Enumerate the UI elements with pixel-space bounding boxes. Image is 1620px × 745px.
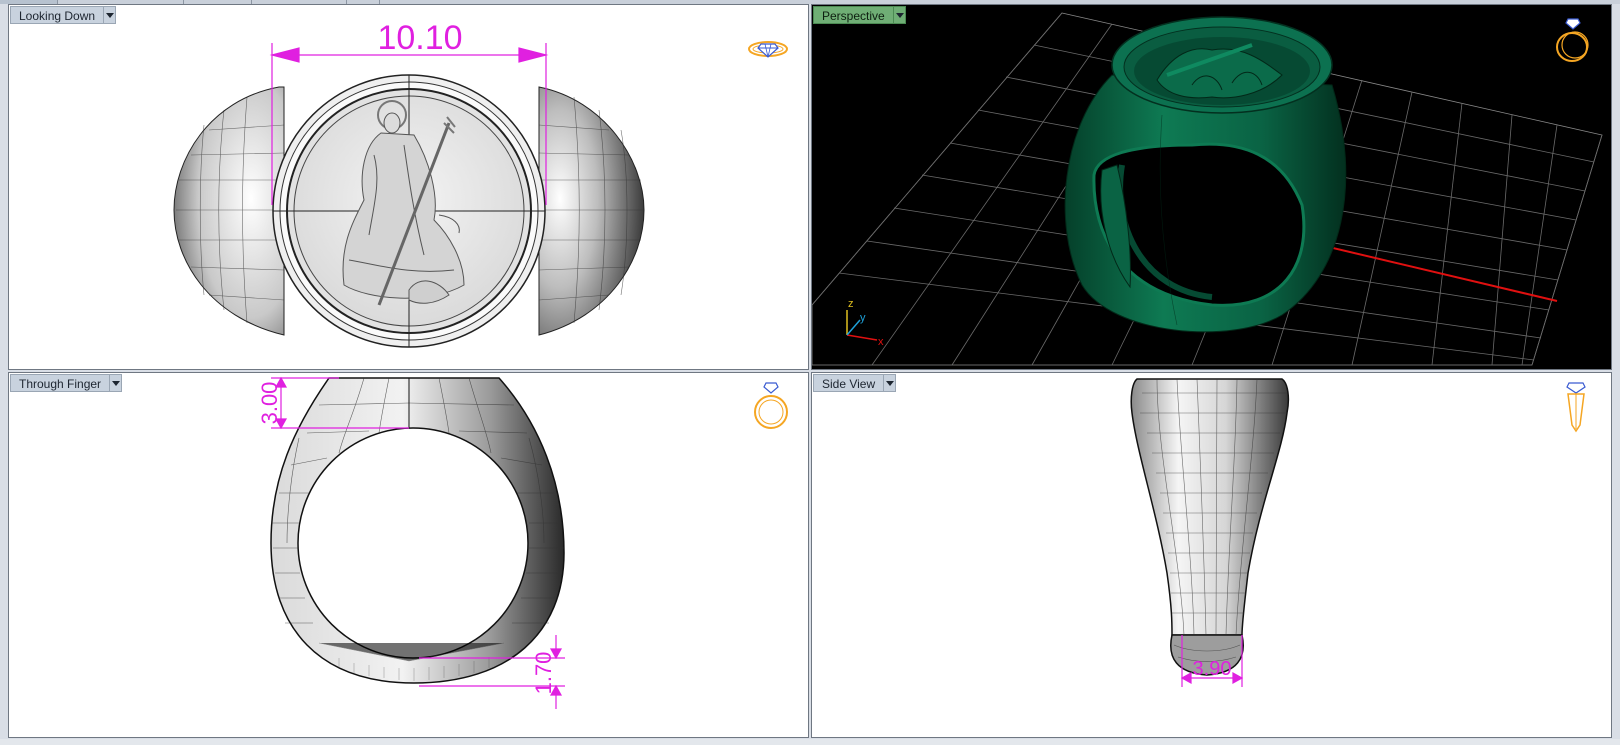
- status-strip: [0, 739, 1620, 745]
- viewport-looking-down[interactable]: Looking Down 10.10: [8, 4, 809, 370]
- viewport-title[interactable]: Through Finger: [10, 374, 110, 392]
- ring-side-view[interactable]: [1130, 378, 1290, 676]
- viewport-side-view[interactable]: Side View 3.90: [811, 372, 1612, 738]
- viewport-menu-dropdown[interactable]: [103, 6, 117, 24]
- viewport-tab-through-finger[interactable]: Through Finger: [10, 374, 123, 392]
- ring-top-view[interactable]: [173, 74, 645, 348]
- viewport-title[interactable]: Perspective: [813, 6, 893, 24]
- dimension-top-label: 3.00: [257, 382, 282, 425]
- ring-perspective-icon[interactable]: [1552, 17, 1596, 65]
- gem-top-view-icon[interactable]: [747, 35, 789, 63]
- dimension-label: 3.90: [1193, 658, 1232, 680]
- ring-front-view[interactable]: [270, 377, 565, 684]
- viewport-tab-looking-down[interactable]: Looking Down: [10, 6, 117, 24]
- viewport-menu-dropdown[interactable]: [109, 374, 123, 392]
- viewport-tab-side-view[interactable]: Side View: [813, 374, 897, 392]
- viewport-title[interactable]: Side View: [813, 374, 884, 392]
- ring-perspective-model[interactable]: [1064, 16, 1347, 333]
- axis-x-label: x: [878, 336, 884, 348]
- viewport-menu-dropdown[interactable]: [883, 374, 897, 392]
- ring-side-icon[interactable]: [1564, 381, 1588, 435]
- ring-front-icon[interactable]: [749, 381, 793, 433]
- axis-y-label: y: [860, 312, 866, 324]
- viewport-tab-perspective[interactable]: Perspective: [813, 6, 906, 24]
- viewport-perspective[interactable]: Perspective z y x: [811, 4, 1612, 370]
- viewport-menu-dropdown[interactable]: [892, 6, 906, 24]
- axis-z-label: z: [848, 298, 854, 310]
- axis-triad: z y x: [846, 298, 884, 348]
- viewport-through-finger[interactable]: Through Finger 3.00 1.70: [8, 372, 809, 738]
- dimension-label: 10.10: [377, 19, 462, 57]
- viewport-title[interactable]: Looking Down: [10, 6, 104, 24]
- dimension-bottom-label: 1.70: [531, 652, 556, 695]
